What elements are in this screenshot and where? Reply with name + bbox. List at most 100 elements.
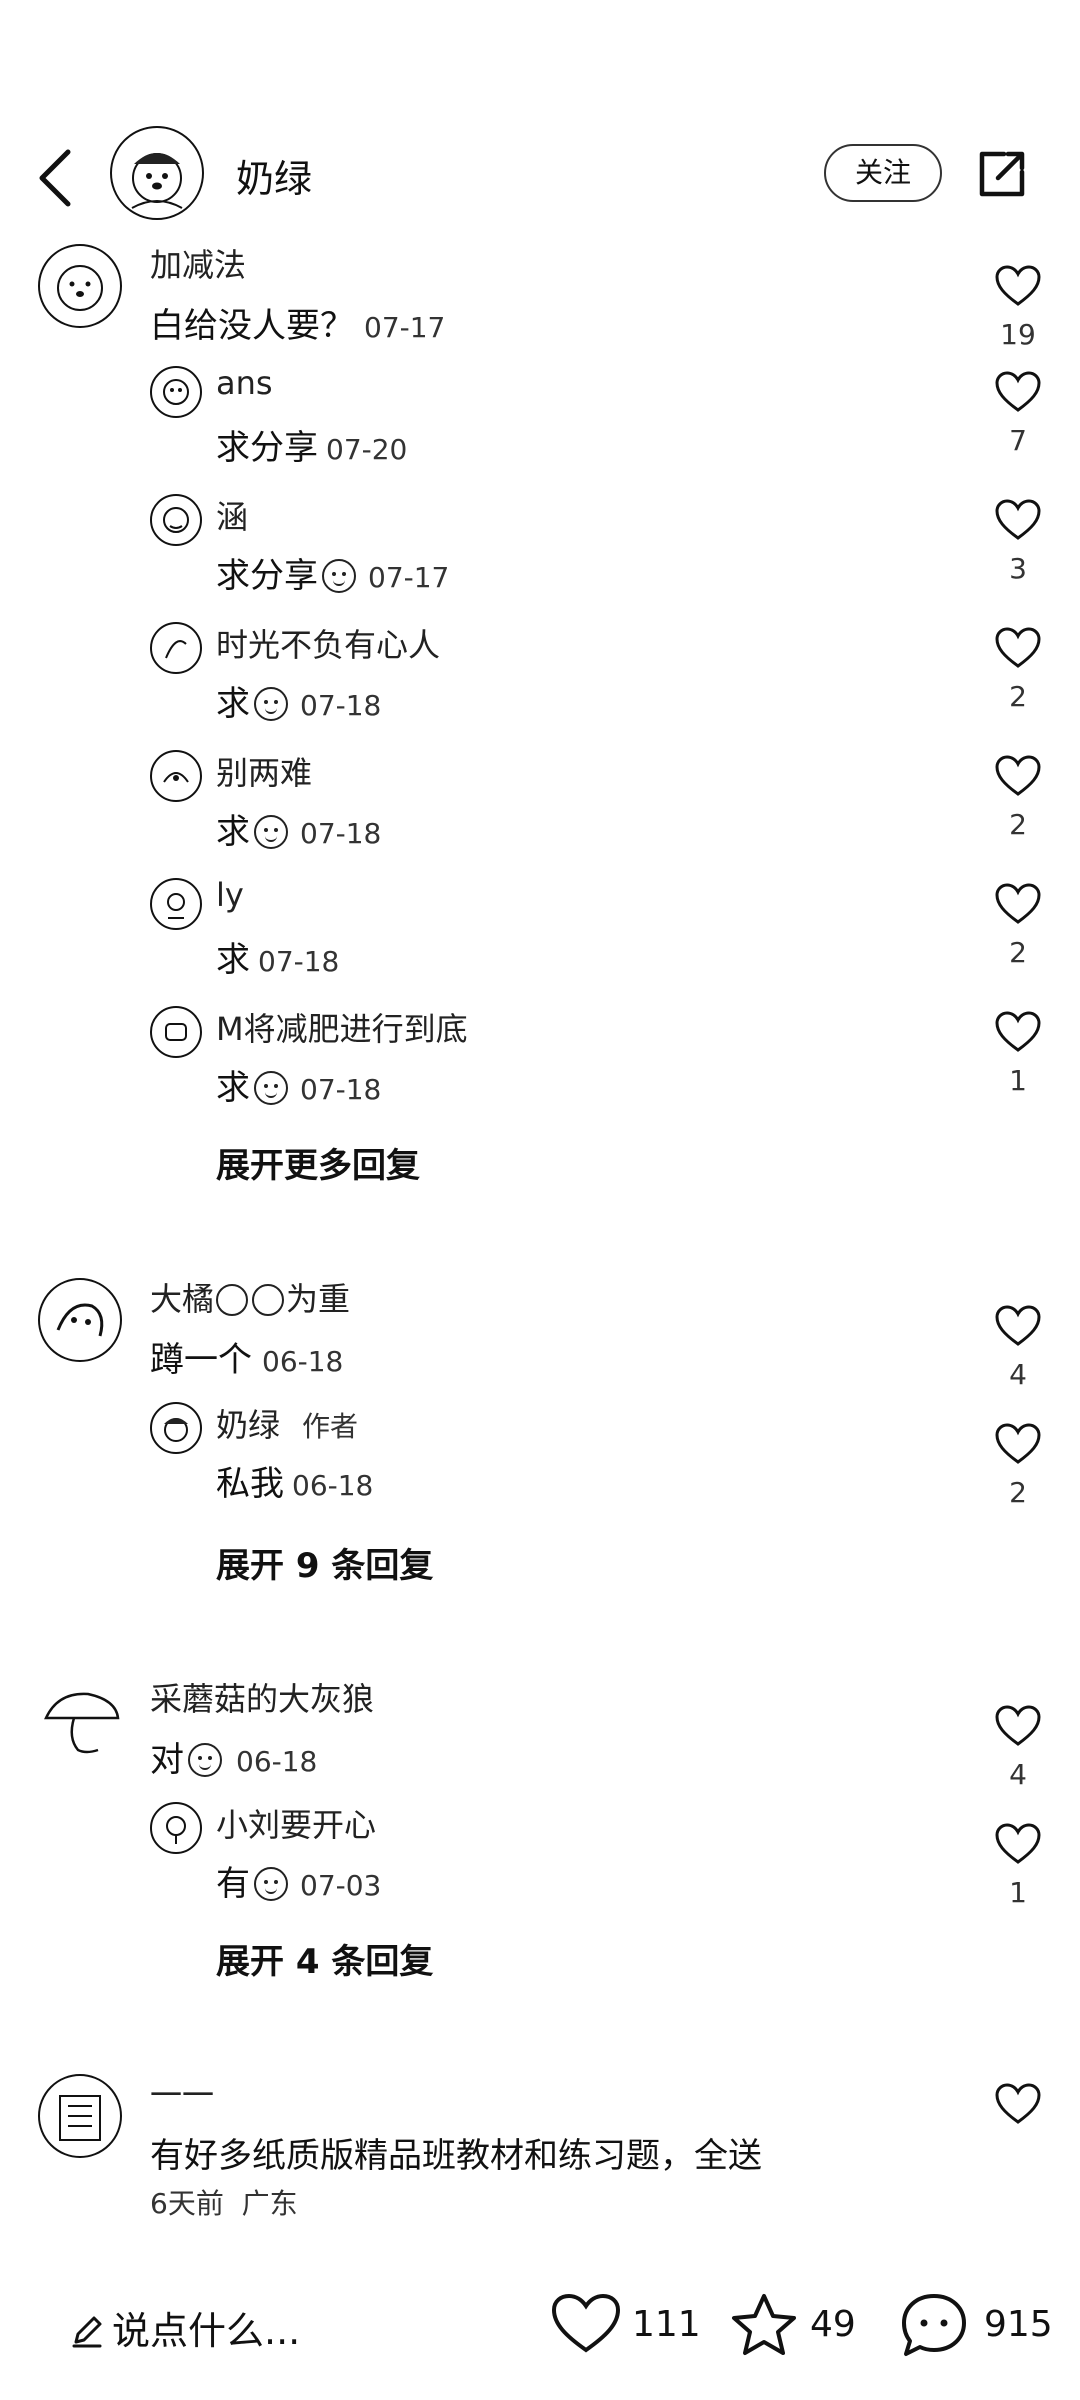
- comment-text: 蹲一个 06-18: [150, 1332, 343, 1381]
- comment-meta: 6天前 广东: [150, 2187, 298, 2220]
- heart-icon: [995, 265, 1041, 306]
- reply-like-button[interactable]: 1: [990, 1822, 1046, 1909]
- comment-body: 蹲一个: [150, 1340, 252, 1380]
- pencil-icon: [72, 2316, 102, 2348]
- expand-replies-button[interactable]: 展开 9 条回复: [216, 1538, 433, 1587]
- comment-list[interactable]: 加减法 白给没人要？ 07-17 19 ans 求分享 07-20 7 涵 求分享 0…: [0, 240, 1080, 2250]
- comment-time: 07-17: [364, 311, 446, 344]
- comment-like-button[interactable]: 4: [990, 1704, 1046, 1791]
- comment-username[interactable]: 加减法: [150, 240, 246, 286]
- reply-author-name: 奶绿: [216, 1406, 281, 1444]
- heart-icon: [995, 883, 1041, 924]
- user-avatar[interactable]: [150, 1402, 202, 1454]
- reply-item: 别两难 求 07-18: [0, 748, 1080, 852]
- expand-replies-button[interactable]: 展开 4 条回复: [216, 1934, 433, 1983]
- post-collect-count: 49: [810, 2304, 856, 2345]
- comment-text: 有好多纸质版精品班教材和练习题，全送: [150, 2136, 762, 2176]
- heart-icon: [995, 499, 1041, 540]
- bottom-action-bar: 说点什么... 111 49 915: [0, 2260, 1080, 2400]
- reply-username[interactable]: 奶绿 作者: [216, 1400, 358, 1446]
- comment-time: 06-18: [262, 1345, 344, 1378]
- reply-body: 求: [216, 1068, 250, 1108]
- doodle-avatar-icon: [166, 1816, 186, 1844]
- comment-username[interactable]: 大橘 为重: [150, 1274, 350, 1320]
- comment-like-button[interactable]: 4: [990, 1304, 1046, 1391]
- reply-like-button[interactable]: 2: [990, 754, 1046, 841]
- reply-like-button[interactable]: 2: [990, 1422, 1046, 1509]
- comment-username[interactable]: 采蘑菇的大灰狼: [150, 1674, 374, 1720]
- like-count: 2: [1009, 680, 1027, 713]
- reply-like-button[interactable]: 7: [990, 370, 1046, 457]
- reply-time: 07-17: [368, 561, 450, 594]
- reply-username[interactable]: 小刘要开心: [216, 1800, 376, 1846]
- comment-item: 大橘 为重 蹲一个 06-18: [0, 1274, 1080, 1380]
- like-count: 19: [1000, 318, 1036, 351]
- doodle-avatar-icon: [167, 893, 185, 919]
- collect-post-button[interactable]: 49: [730, 2288, 860, 2360]
- user-avatar[interactable]: [150, 494, 202, 546]
- user-avatar[interactable]: [150, 1802, 202, 1854]
- reply-body: 求: [216, 684, 250, 724]
- user-avatar[interactable]: [38, 2074, 122, 2158]
- post-like-count: 111: [632, 2304, 701, 2345]
- author-name: 奶绿: [236, 157, 313, 201]
- author-avatar[interactable]: [110, 126, 204, 220]
- user-avatar[interactable]: [38, 244, 122, 328]
- user-avatar[interactable]: [38, 1678, 122, 1762]
- reply-body: 有: [216, 1864, 250, 1904]
- reply-username[interactable]: 时光不负有心人: [216, 620, 440, 666]
- top-bar: 奶绿 关注: [0, 120, 1080, 240]
- comment-username[interactable]: 一一: [150, 2070, 214, 2116]
- heart-icon: [995, 1705, 1041, 1746]
- like-count: 4: [1009, 1758, 1027, 1791]
- user-avatar[interactable]: [150, 366, 202, 418]
- like-count: 1: [1009, 1064, 1027, 1097]
- reply-time: 07-18: [258, 945, 340, 978]
- user-avatar[interactable]: [38, 1278, 122, 1362]
- back-chevron-icon[interactable]: [30, 146, 80, 210]
- reply-time: 07-18: [300, 817, 382, 850]
- comment-like-button[interactable]: [990, 2082, 1046, 2136]
- reply-item: M将减肥进行到底 求 07-18: [0, 1004, 1080, 1108]
- comment-like-button[interactable]: 19: [990, 264, 1046, 351]
- user-avatar[interactable]: [150, 622, 202, 674]
- doodle-avatar-icon: [165, 1023, 187, 1041]
- like-post-button[interactable]: 111: [550, 2288, 701, 2360]
- post-comment-count: 915: [984, 2304, 1053, 2345]
- follow-button[interactable]: 关注: [824, 144, 942, 202]
- reply-username[interactable]: M将减肥进行到底: [216, 1004, 468, 1050]
- heart-icon: [995, 755, 1041, 796]
- reply-item: 涵 求分享 07-17: [0, 492, 1080, 596]
- like-count: 7: [1009, 424, 1027, 457]
- comment-input[interactable]: 说点什么...: [70, 2300, 300, 2355]
- reply-text: 求 07-18: [216, 1060, 381, 1109]
- reply-username[interactable]: 涵: [216, 492, 248, 538]
- building-avatar-icon: [59, 2095, 101, 2141]
- reply-username[interactable]: ans: [216, 364, 273, 402]
- reply-like-button[interactable]: 3: [990, 498, 1046, 585]
- reply-text: 求 07-18: [216, 676, 381, 725]
- reply-like-button[interactable]: 1: [990, 1010, 1046, 1097]
- chat-bubble-icon: [902, 2294, 966, 2356]
- user-avatar[interactable]: [150, 750, 202, 802]
- user-avatar[interactable]: [150, 878, 202, 930]
- orange-emoji-icon: [216, 1284, 249, 1316]
- reply-time: 06-18: [292, 1469, 374, 1502]
- comment-post-button[interactable]: 915: [900, 2288, 1053, 2360]
- reply-item: 小刘要开心 有 07-03: [0, 1800, 1080, 1904]
- like-count: 3: [1009, 552, 1027, 585]
- reply-like-button[interactable]: 2: [990, 626, 1046, 713]
- heart-icon: [995, 1823, 1041, 1864]
- reply-like-button[interactable]: 2: [990, 882, 1046, 969]
- reply-item: 时光不负有心人 求 07-18: [0, 620, 1080, 724]
- external-share-icon[interactable]: [974, 146, 1030, 202]
- user-avatar[interactable]: [150, 1006, 202, 1058]
- expand-more-replies-button[interactable]: 展开更多回复: [216, 1138, 420, 1187]
- reply-username[interactable]: ly: [216, 876, 244, 914]
- reply-text: 求分享 07-20: [216, 420, 407, 469]
- reply-body: 求分享: [216, 556, 318, 596]
- like-count: 2: [1009, 808, 1027, 841]
- reply-username[interactable]: 别两难: [216, 748, 312, 794]
- emoji-sticker-icon: [254, 687, 288, 721]
- doodle-avatar-icon: [163, 507, 189, 533]
